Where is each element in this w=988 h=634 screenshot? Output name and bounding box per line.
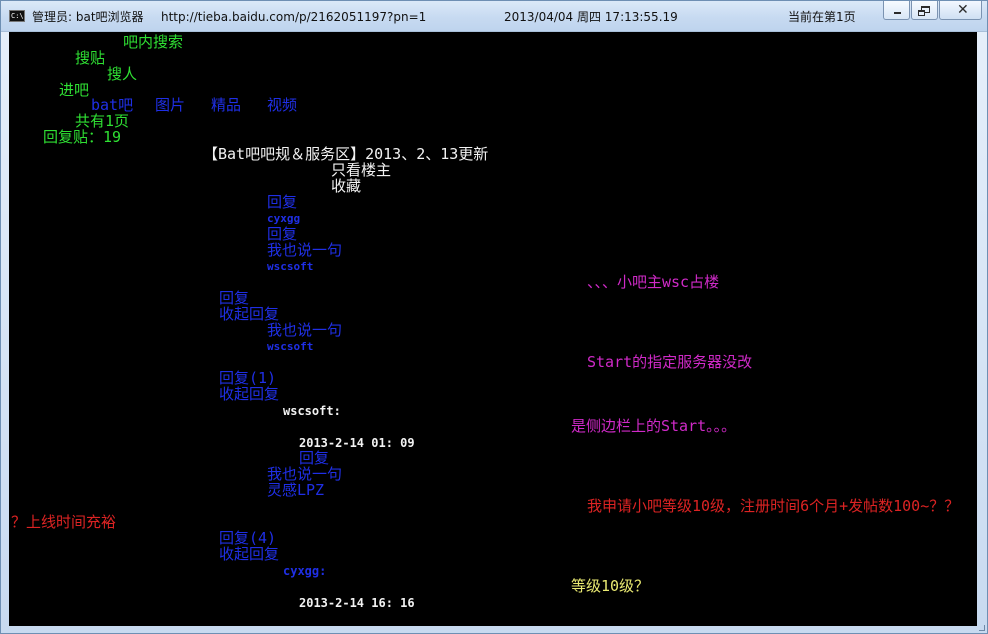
console-window: C:\ 管理员: bat吧浏览器 http://tieba.baidu.com/… (0, 0, 988, 634)
favorite-link[interactable]: 收藏 (331, 178, 361, 194)
window-controls: ✕ (883, 1, 982, 20)
say-something-link-2[interactable]: 我也说一句 (267, 322, 342, 338)
window-title-datetime: 2013/04/04 周四 17:13:55.19 (504, 10, 678, 24)
say-something-link-1[interactable]: 我也说一句 (267, 242, 342, 258)
nav-video[interactable]: 视频 (267, 97, 297, 113)
reply-link-4[interactable]: 回复 (299, 450, 329, 466)
username-wscsoft-1[interactable]: wscsoft (267, 259, 313, 275)
owner-only-link[interactable]: 只看楼主 (331, 162, 391, 178)
collapse-replies-link-1[interactable]: 收起回复 (219, 306, 279, 322)
reply-author-cyxgg[interactable]: cyxgg: (283, 563, 326, 579)
reply-link-2[interactable]: 回复 (267, 226, 297, 242)
console-output[interactable]: 吧内搜索 搜贴 搜人 进吧 bat吧 图片 精品 视频 共有1页 回复贴：19 … (9, 32, 977, 626)
resize-grip-icon[interactable] (979, 625, 985, 631)
collapse-replies-link-3[interactable]: 收起回复 (219, 546, 279, 562)
console-icon: C:\ (9, 10, 25, 22)
nav-featured[interactable]: 精品 (211, 97, 241, 113)
level-question-message: 等级10级？ (571, 577, 650, 595)
close-button[interactable]: ✕ (939, 1, 982, 20)
online-time-message: ？上线时间充裕 (11, 513, 117, 531)
reply-date-2: 2013-2-14 16: 16 (299, 596, 415, 610)
window-title-admin: 管理员: bat吧浏览器 (32, 10, 144, 24)
title-bar[interactable]: C:\ 管理员: bat吧浏览器 http://tieba.baidu.com/… (1, 1, 987, 32)
request-message: 我申请小吧等级10级，注册时间6个月+发帖数100~？？ (587, 497, 960, 515)
window-title-page-status: 当前在第1页 (788, 10, 856, 24)
search-people-link[interactable]: 搜人 (107, 66, 137, 82)
restore-button[interactable] (911, 1, 938, 20)
minimize-icon (894, 12, 901, 14)
search-posts-link[interactable]: 搜贴 (75, 50, 105, 66)
restore-icon (918, 6, 930, 16)
username-wscsoft-2[interactable]: wscsoft (267, 339, 313, 355)
reply-author-wscsoft: wscsoft: (283, 404, 341, 418)
nav-pictures[interactable]: 图片 (155, 97, 185, 113)
start-server-message: Start的指定服务器没改 (587, 353, 753, 371)
username-lingan[interactable]: 灵感LPZ (267, 482, 324, 498)
sidebar-start-message: 是侧边栏上的Start。。。 (571, 417, 737, 435)
post-title: 【Bat吧吧规＆服务区】2013、2、13更新 (203, 145, 489, 163)
reply-count-text: 回复贴：19 (43, 128, 122, 146)
reply-count-link-1[interactable]: 回复(1) (219, 370, 276, 386)
window-title-url: http://tieba.baidu.com/p/2162051197?pn=1 (161, 10, 427, 24)
close-icon: ✕ (957, 2, 969, 18)
enter-bar-link[interactable]: 进吧 (59, 82, 89, 98)
reply-count-link-4[interactable]: 回复(4) (219, 530, 276, 546)
floor-message-wsc: 、、、小吧主wsc占楼 (587, 273, 720, 291)
nav-bat-bar[interactable]: bat吧 (91, 97, 133, 113)
total-pages-text: 共有1页 (75, 112, 130, 130)
minimize-button[interactable] (883, 1, 910, 20)
search-bar-link[interactable]: 吧内搜索 (123, 34, 183, 50)
collapse-replies-link-2[interactable]: 收起回复 (219, 386, 279, 402)
reply-link-3[interactable]: 回复 (219, 290, 249, 306)
say-something-link-3[interactable]: 我也说一句 (267, 466, 342, 482)
reply-link-1[interactable]: 回复 (267, 194, 297, 210)
